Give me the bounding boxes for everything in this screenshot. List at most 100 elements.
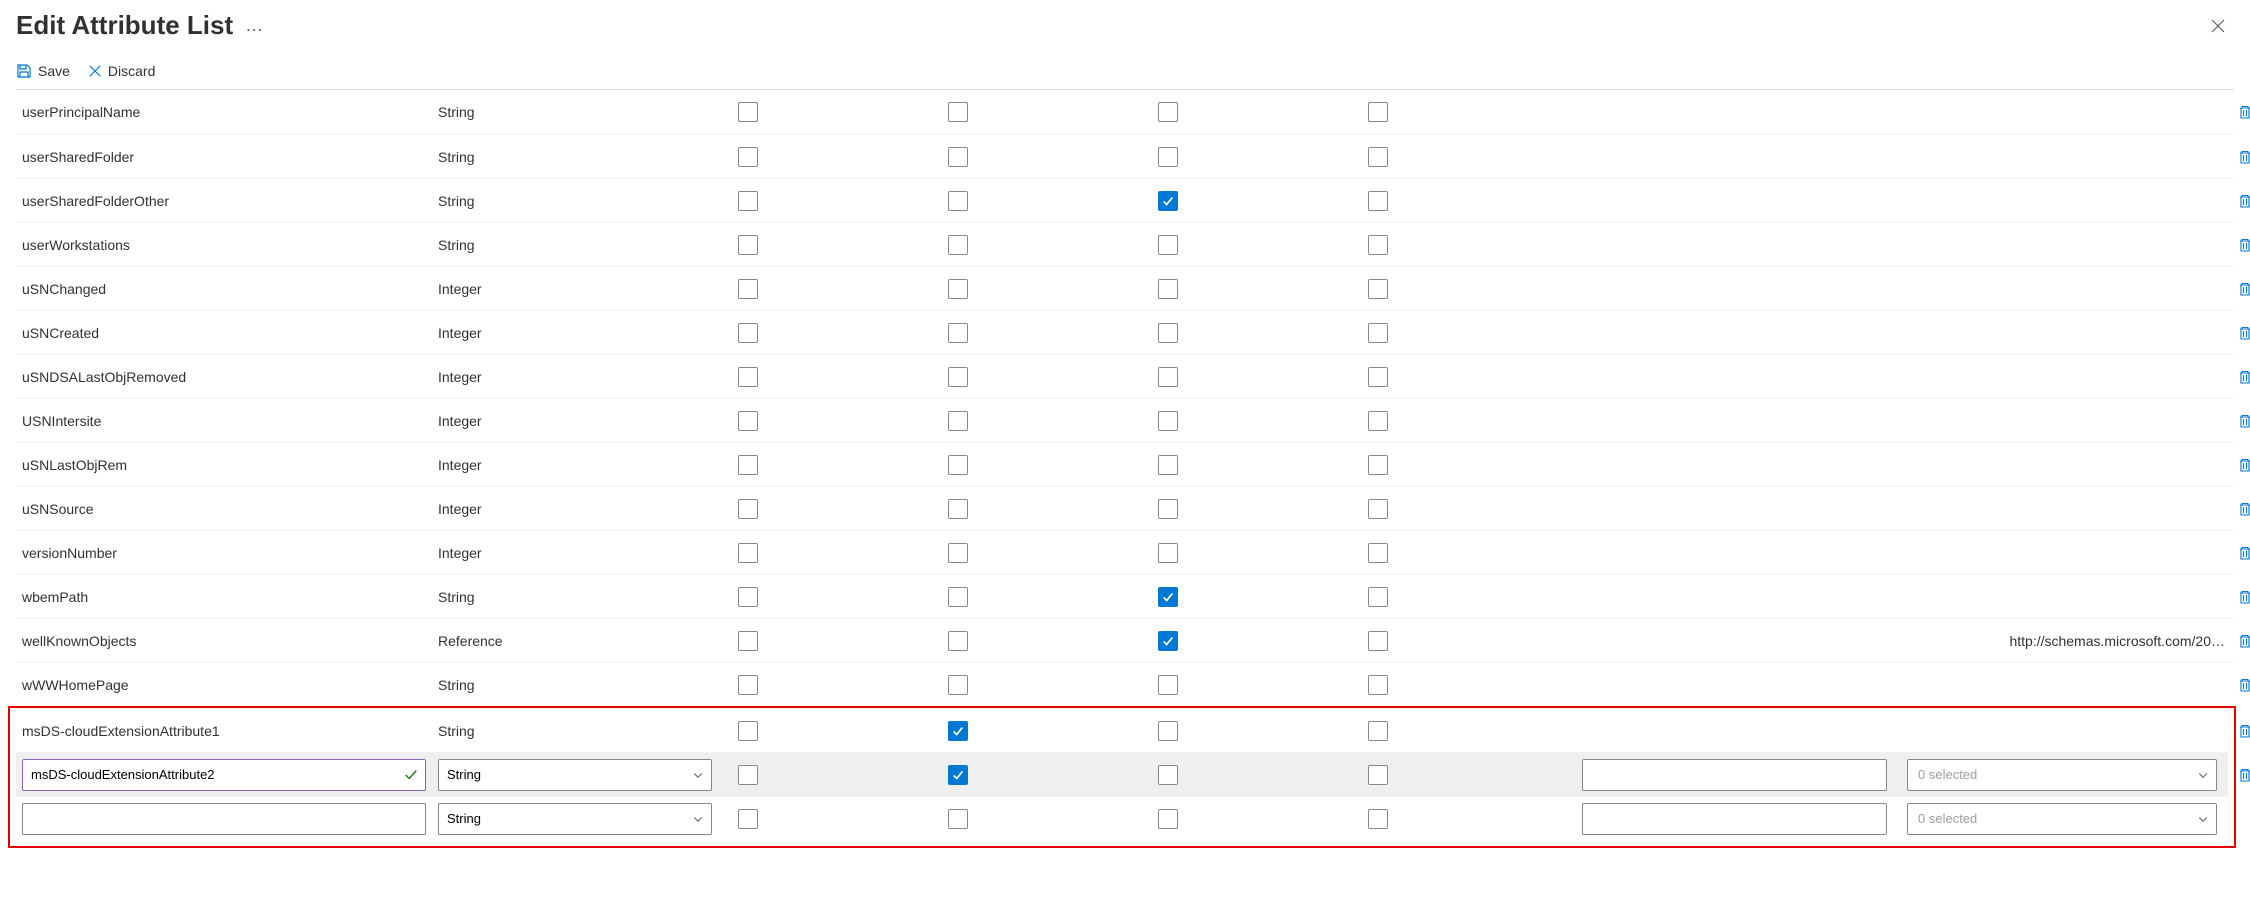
- attribute-type-select[interactable]: [438, 803, 712, 835]
- more-options-icon[interactable]: …: [245, 15, 265, 36]
- checkbox-col-2[interactable]: [948, 235, 968, 255]
- checkbox-col-1[interactable]: [738, 499, 758, 519]
- checkbox-col-4[interactable]: [1368, 675, 1388, 695]
- checkbox-col-2[interactable]: [948, 367, 968, 387]
- checkbox-col-4[interactable]: [1368, 631, 1388, 651]
- trash-icon: [2237, 723, 2250, 739]
- checkbox-col-1[interactable]: [738, 147, 758, 167]
- checkbox-col-4[interactable]: [1368, 587, 1388, 607]
- checkbox-col-4[interactable]: [1368, 279, 1388, 299]
- multiselect-dropdown[interactable]: 0 selected: [1907, 759, 2217, 791]
- extra-value-input[interactable]: [1582, 759, 1887, 791]
- delete-row-button[interactable]: [2237, 104, 2250, 120]
- checkbox-col-3[interactable]: [1158, 765, 1178, 785]
- attribute-name-cell: uSNCreated: [16, 325, 436, 341]
- checkbox-col-4[interactable]: [1368, 367, 1388, 387]
- attribute-name-input[interactable]: [22, 803, 426, 835]
- checkbox-col-3[interactable]: [1158, 235, 1178, 255]
- checkbox-col-3[interactable]: [1158, 631, 1178, 651]
- checkbox-col-2[interactable]: [948, 765, 968, 785]
- checkbox-col-3[interactable]: [1158, 721, 1178, 741]
- delete-row-button[interactable]: [2237, 281, 2250, 297]
- checkbox-col-3[interactable]: [1158, 102, 1178, 122]
- delete-row-button[interactable]: [2237, 677, 2250, 693]
- extra-value-input[interactable]: [1582, 803, 1887, 835]
- checkbox-col-4[interactable]: [1368, 765, 1388, 785]
- save-button[interactable]: Save: [16, 63, 70, 79]
- checkbox-col-1[interactable]: [738, 721, 758, 741]
- checkbox-col-2[interactable]: [948, 455, 968, 475]
- checkbox-col-4[interactable]: [1368, 191, 1388, 211]
- checkbox-col-2[interactable]: [948, 631, 968, 651]
- checkbox-col-4[interactable]: [1368, 102, 1388, 122]
- checkbox-col-1[interactable]: [738, 411, 758, 431]
- checkbox-col-1[interactable]: [738, 235, 758, 255]
- checkbox-col-3[interactable]: [1158, 543, 1178, 563]
- delete-row-button[interactable]: [2237, 413, 2250, 429]
- checkbox-col-3[interactable]: [1158, 279, 1178, 299]
- checkbox-col-2[interactable]: [948, 721, 968, 741]
- checkbox-col-3[interactable]: [1158, 323, 1178, 343]
- delete-row-button[interactable]: [2237, 369, 2250, 385]
- checkbox-col-1[interactable]: [738, 455, 758, 475]
- checkbox-col-3[interactable]: [1158, 367, 1178, 387]
- delete-row-button[interactable]: [2237, 589, 2250, 605]
- checkbox-col-2[interactable]: [948, 411, 968, 431]
- checkbox-col-1[interactable]: [738, 631, 758, 651]
- close-button[interactable]: [2202, 14, 2234, 38]
- checkbox-col-4[interactable]: [1368, 809, 1388, 829]
- checkbox-col-1[interactable]: [738, 102, 758, 122]
- delete-row-button[interactable]: [2237, 723, 2250, 739]
- checkbox-col-2[interactable]: [948, 543, 968, 563]
- checkbox-col-3[interactable]: [1158, 809, 1178, 829]
- checkbox-col-2[interactable]: [948, 147, 968, 167]
- checkbox-col-4[interactable]: [1368, 721, 1388, 741]
- checkbox-col-1[interactable]: [738, 279, 758, 299]
- checkbox-col-2[interactable]: [948, 323, 968, 343]
- checkbox-col-1[interactable]: [738, 323, 758, 343]
- checkbox-col-2[interactable]: [948, 102, 968, 122]
- checkbox-col-1[interactable]: [738, 809, 758, 829]
- checkbox-col-3[interactable]: [1158, 411, 1178, 431]
- checkbox-col-2[interactable]: [948, 675, 968, 695]
- delete-row-button[interactable]: [2237, 149, 2250, 165]
- multiselect-dropdown[interactable]: 0 selected: [1907, 803, 2217, 835]
- checkbox-col-2[interactable]: [948, 587, 968, 607]
- delete-row-button[interactable]: [2237, 457, 2250, 473]
- checkbox-col-3[interactable]: [1158, 147, 1178, 167]
- delete-row-button[interactable]: [2237, 545, 2250, 561]
- checkbox-col-2[interactable]: [948, 191, 968, 211]
- checkbox-col-3[interactable]: [1158, 499, 1178, 519]
- attribute-type-select[interactable]: [438, 759, 712, 791]
- checkbox-col-1[interactable]: [738, 675, 758, 695]
- delete-row-button[interactable]: [2237, 633, 2250, 649]
- attribute-name-input[interactable]: [22, 759, 426, 791]
- delete-row-button[interactable]: [2237, 767, 2250, 783]
- delete-row-button[interactable]: [2237, 325, 2250, 341]
- checkbox-col-4[interactable]: [1368, 455, 1388, 475]
- checkbox-col-1[interactable]: [738, 587, 758, 607]
- checkbox-col-1[interactable]: [738, 543, 758, 563]
- checkbox-col-3[interactable]: [1158, 455, 1178, 475]
- checkbox-col-4[interactable]: [1368, 499, 1388, 519]
- discard-button[interactable]: Discard: [88, 63, 155, 79]
- checkbox-col-2[interactable]: [948, 809, 968, 829]
- checkbox-col-2[interactable]: [948, 499, 968, 519]
- checkbox-col-3[interactable]: [1158, 191, 1178, 211]
- checkbox-col-4[interactable]: [1368, 323, 1388, 343]
- checkbox-col-3[interactable]: [1158, 675, 1178, 695]
- table-row: msDS-cloudExtensionAttribute1 String: [16, 708, 2228, 752]
- checkbox-col-1[interactable]: [738, 367, 758, 387]
- checkbox-col-1[interactable]: [738, 191, 758, 211]
- checkbox-col-2[interactable]: [948, 279, 968, 299]
- delete-row-button[interactable]: [2237, 193, 2250, 209]
- delete-row-button[interactable]: [2237, 237, 2250, 253]
- attribute-type-cell: Integer: [436, 501, 736, 517]
- checkbox-col-1[interactable]: [738, 765, 758, 785]
- checkbox-col-4[interactable]: [1368, 147, 1388, 167]
- checkbox-col-3[interactable]: [1158, 587, 1178, 607]
- checkbox-col-4[interactable]: [1368, 411, 1388, 431]
- checkbox-col-4[interactable]: [1368, 235, 1388, 255]
- delete-row-button[interactable]: [2237, 501, 2250, 517]
- checkbox-col-4[interactable]: [1368, 543, 1388, 563]
